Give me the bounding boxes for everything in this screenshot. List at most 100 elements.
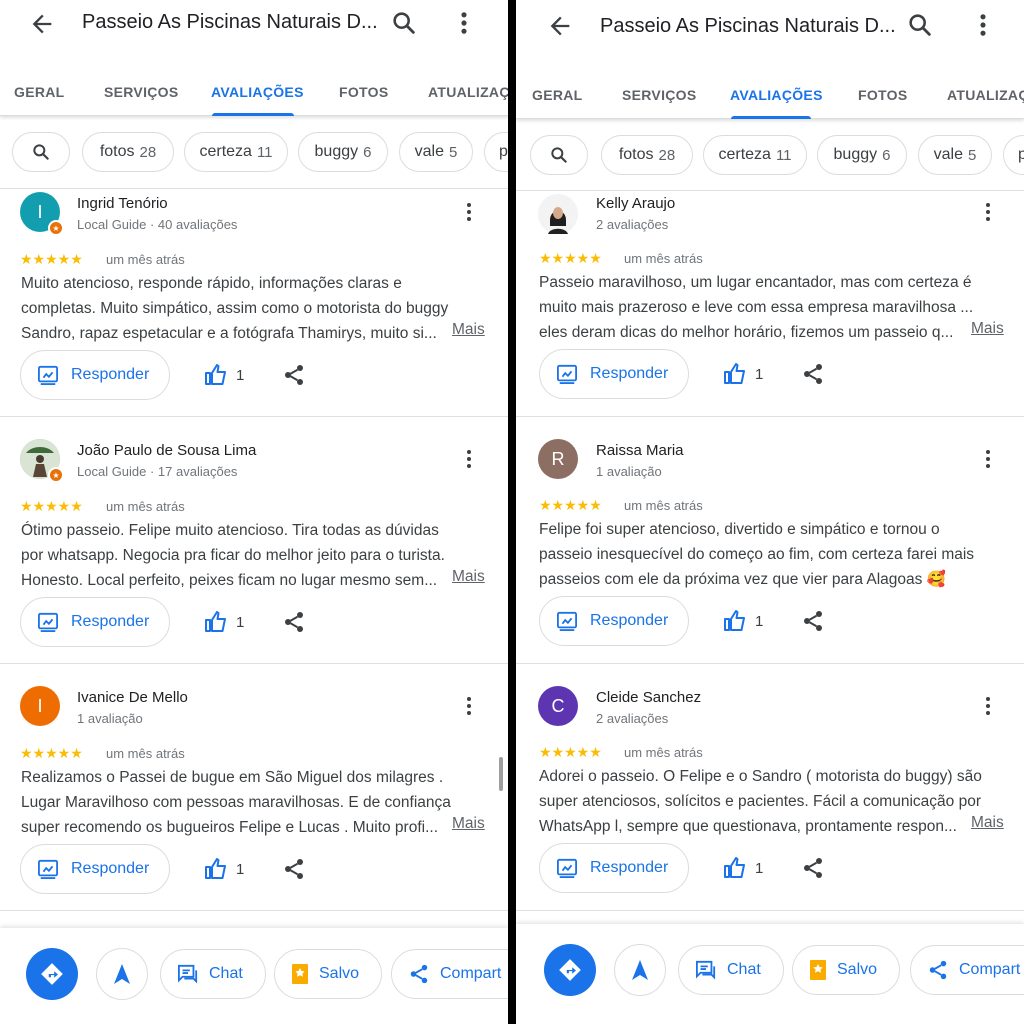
review-text-line: muito mais prazeroso e leve com essa emp… <box>539 299 974 316</box>
reviewer-name[interactable]: Raissa Maria <box>596 442 684 459</box>
directions-button[interactable] <box>26 948 78 1000</box>
more-options-icon[interactable] <box>454 9 474 37</box>
reply-button[interactable]: Responder <box>20 844 170 894</box>
reviewer-name[interactable]: Kelly Araujo <box>596 195 675 212</box>
saved-button[interactable]: Salvo <box>792 945 900 995</box>
share-icon <box>410 964 428 984</box>
more-link[interactable]: Mais <box>971 320 1004 338</box>
avatar[interactable]: R <box>538 439 578 479</box>
tab-fotos[interactable]: FOTOS <box>339 84 388 100</box>
like-button[interactable]: 1 <box>204 854 244 884</box>
tab-atualizacoes[interactable]: ATUALIZAÇÕ <box>428 84 508 100</box>
thumbs-up-icon <box>724 857 745 878</box>
start-navigation-button[interactable] <box>614 944 666 996</box>
chip-buggy[interactable]: buggy 6 <box>298 132 388 172</box>
reviewer-name[interactable]: Cleide Sanchez <box>596 689 701 706</box>
chip-vale[interactable]: vale 5 <box>918 135 992 175</box>
more-link[interactable]: Mais <box>971 814 1004 832</box>
chip-more[interactable]: p <box>484 132 508 172</box>
share-label: Compart <box>959 961 1021 978</box>
share-icon[interactable] <box>282 857 306 881</box>
share-icon[interactable] <box>801 362 825 386</box>
like-button[interactable]: 1 <box>723 853 763 883</box>
tab-fotos[interactable]: FOTOS <box>858 87 907 103</box>
tab-servicos[interactable]: SERVIÇOS <box>104 84 179 100</box>
search-icon[interactable] <box>906 11 934 39</box>
reviewer-name[interactable]: João Paulo de Sousa Lima <box>77 442 256 459</box>
reply-button[interactable]: Responder <box>539 843 689 893</box>
chip-certeza[interactable]: certeza 11 <box>184 132 288 172</box>
review-more-icon[interactable] <box>462 694 476 718</box>
back-arrow-icon[interactable] <box>28 10 56 38</box>
review-search-chip[interactable] <box>12 132 70 172</box>
share-icon[interactable] <box>282 363 306 387</box>
like-button[interactable]: 1 <box>723 359 763 389</box>
review-text-line: Honesto. Local perfeito, peixes ficam no… <box>21 572 438 589</box>
reply-button[interactable]: Responder <box>539 596 689 646</box>
review-text-line: passeio inesquecível do começo ao fim, c… <box>539 546 975 563</box>
tab-avaliacoes[interactable]: AVALIAÇÕES <box>211 84 304 100</box>
avatar[interactable]: I <box>20 686 60 726</box>
more-link[interactable]: Mais <box>452 815 485 833</box>
reviewer-name[interactable]: Ingrid Tenório <box>77 195 168 212</box>
tab-servicos[interactable]: SERVIÇOS <box>622 87 697 103</box>
chip-buggy[interactable]: buggy 6 <box>817 135 907 175</box>
review-more-icon[interactable] <box>462 200 476 224</box>
review-search-chip[interactable] <box>530 135 588 175</box>
start-navigation-button[interactable] <box>96 948 148 1000</box>
reply-button[interactable]: Responder <box>20 350 170 400</box>
tab-atualizacoes[interactable]: ATUALIZAÇÕ <box>947 87 1024 103</box>
chip-fotos[interactable]: fotos 28 <box>601 135 693 175</box>
avatar[interactable]: I ★ <box>20 192 64 236</box>
avatar[interactable]: ★ <box>20 439 64 483</box>
tab-avaliacoes[interactable]: AVALIAÇÕES <box>730 87 823 103</box>
share-place-button[interactable]: Compart <box>391 949 508 999</box>
navigation-arrow-icon <box>114 964 130 984</box>
avatar[interactable] <box>538 194 578 234</box>
like-count: 1 <box>236 366 245 384</box>
review-more-icon[interactable] <box>462 447 476 471</box>
like-button[interactable]: 1 <box>204 360 244 390</box>
search-icon[interactable] <box>390 9 418 37</box>
chat-button[interactable]: Chat <box>678 945 784 995</box>
review-card: ★ João Paulo de Sousa Lima Local Guide ·… <box>0 437 508 665</box>
saved-button[interactable]: Salvo <box>274 949 382 999</box>
divider <box>516 416 1024 417</box>
chip-certeza[interactable]: certeza 11 <box>703 135 807 175</box>
chip-vale[interactable]: vale 5 <box>399 132 473 172</box>
scrollbar[interactable] <box>499 757 503 791</box>
chip-more[interactable]: p <box>1003 135 1024 175</box>
avatar[interactable]: C <box>538 686 578 726</box>
reply-icon <box>38 612 58 632</box>
review-more-icon[interactable] <box>981 447 995 471</box>
chat-button[interactable]: Chat <box>160 949 266 999</box>
more-options-icon[interactable] <box>973 11 993 39</box>
reply-icon <box>557 364 577 384</box>
reviewer-name[interactable]: Ivanice De Mello <box>77 689 188 706</box>
like-button[interactable]: 1 <box>723 606 763 636</box>
chip-fotos[interactable]: fotos 28 <box>82 132 174 172</box>
tab-geral[interactable]: GERAL <box>532 87 583 103</box>
tab-geral[interactable]: GERAL <box>14 84 65 100</box>
like-count: 1 <box>755 612 764 630</box>
share-icon[interactable] <box>282 610 306 634</box>
reply-button[interactable]: Responder <box>20 597 170 647</box>
review-text: Ótimo passeio. Felipe muito atencioso. T… <box>21 518 491 593</box>
share-icon[interactable] <box>801 609 825 633</box>
reply-button[interactable]: Responder <box>539 349 689 399</box>
more-link[interactable]: Mais <box>452 321 485 339</box>
like-button[interactable]: 1 <box>204 607 244 637</box>
directions-button[interactable] <box>544 944 596 996</box>
share-place-button[interactable]: Compart <box>910 945 1024 995</box>
review-more-icon[interactable] <box>981 694 995 718</box>
divider <box>516 663 1024 664</box>
share-icon[interactable] <box>801 856 825 880</box>
more-link[interactable]: Mais <box>452 568 485 586</box>
back-arrow-icon[interactable] <box>546 12 574 40</box>
review-text-line: por whatsapp. Negocia pra ficar do melho… <box>21 547 445 564</box>
review-text-line: passeios com ele da próxima vez que vier… <box>539 571 947 588</box>
bottom-action-bar: Chat Salvo Compart <box>516 924 1024 1024</box>
bottom-action-bar: Chat Salvo Compart <box>0 928 508 1024</box>
review-more-icon[interactable] <box>981 200 995 224</box>
reviewer-meta: 1 avaliação <box>596 464 662 479</box>
